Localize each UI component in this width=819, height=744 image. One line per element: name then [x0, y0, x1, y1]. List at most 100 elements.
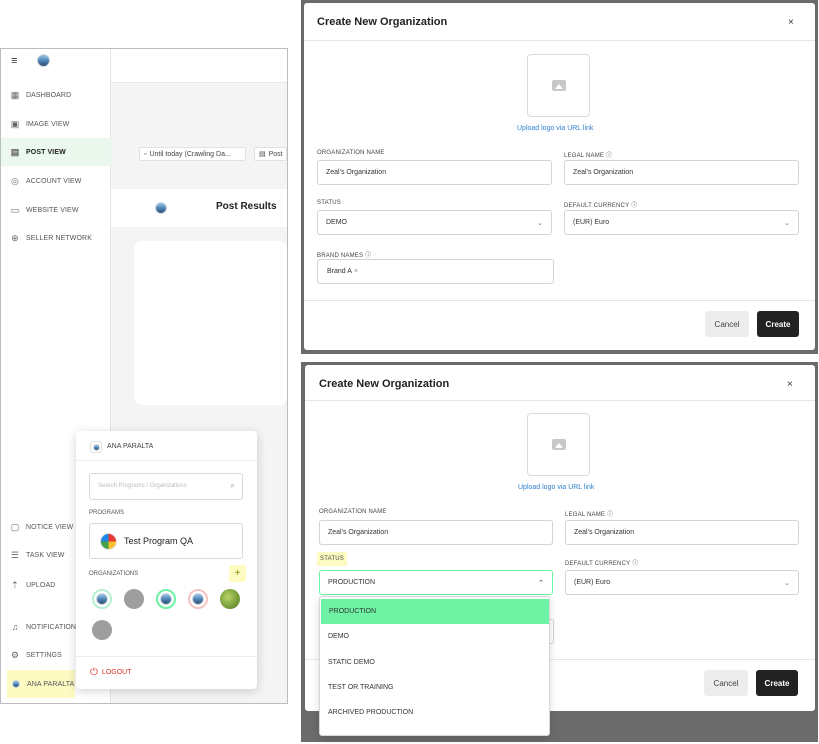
sidebar-item-dashboard[interactable]: ▦ DASHBOARD — [1, 81, 111, 109]
currency-label: DEFAULT CURRENCY ⓘ — [564, 203, 638, 209]
status-select[interactable]: DEMO ⌄ — [317, 210, 552, 235]
close-icon[interactable]: × — [788, 17, 794, 28]
chevron-down-icon: ⌄ — [784, 580, 790, 587]
logo-upload-box[interactable] — [527, 413, 590, 476]
post-results-header: Post Results — [111, 189, 287, 227]
sidebar-item-image-view[interactable]: ▣ IMAGE VIEW — [1, 110, 111, 138]
chevron-down-icon: ⌄ — [784, 220, 790, 227]
org-name-input[interactable]: Zeal's Organization — [319, 520, 553, 545]
post-results-title: Post Results — [216, 201, 277, 212]
status-option-archived-production[interactable]: ARCHIVED PRODUCTION — [320, 700, 549, 725]
sidebar-item-website-view[interactable]: ▭ WEBSITE VIEW — [1, 196, 111, 224]
status-value: PRODUCTION — [328, 579, 376, 586]
create-button[interactable]: Create — [757, 311, 799, 337]
popup-user-name: ANA PARALTA — [107, 443, 154, 450]
organization-avatar[interactable] — [124, 589, 144, 609]
user-logo-icon — [11, 679, 21, 689]
app-logo[interactable] — [37, 54, 50, 72]
organization-avatar-selected[interactable] — [156, 589, 176, 609]
status-option-test-or-training[interactable]: TEST OR TRAINING — [320, 675, 549, 700]
info-icon: ⓘ — [632, 561, 639, 567]
notice-icon: ▢ — [10, 521, 20, 532]
search-placeholder: Search Programs / Organizations — [98, 483, 187, 489]
dashboard-icon: ▦ — [10, 89, 20, 100]
cancel-button[interactable]: Cancel — [704, 670, 748, 696]
organization-avatar[interactable] — [220, 589, 240, 609]
chevron-up-icon: ⌃ — [538, 580, 544, 587]
upload-logo-link[interactable]: Upload logo via URL link — [517, 125, 593, 132]
organization-avatar[interactable] — [92, 589, 112, 609]
currency-value: (EUR) Euro — [574, 579, 611, 586]
hamburger-menu-icon[interactable]: ≡ — [11, 55, 17, 67]
post-filter-label: Post — [268, 150, 283, 158]
network-icon: ⊕ — [11, 232, 19, 243]
website-icon: ▭ — [10, 204, 20, 215]
post-filter-chip[interactable]: ▤ Post — [254, 147, 287, 161]
post-results-card — [134, 241, 287, 405]
remove-chip-icon[interactable]: × — [354, 268, 358, 275]
modal-title: Create New Organization — [319, 378, 450, 390]
brand-names-input[interactable]: Brand A × — [317, 259, 554, 284]
upload-logo-link[interactable]: Upload logo via URL link — [518, 484, 594, 491]
info-icon: ⓘ — [606, 153, 613, 159]
sidebar-item-post-view[interactable]: ▤ POST VIEW — [1, 138, 111, 166]
search-icon: ⌕ — [230, 481, 235, 490]
sidebar-item-label: DASHBOARD — [26, 91, 72, 99]
sidebar-item-label: IMAGE VIEW — [26, 120, 70, 128]
org-logo-icon — [155, 201, 167, 219]
organization-switcher-popup: ANA PARALTA Search Programs / Organizati… — [76, 431, 257, 689]
sidebar-item-label: UPLOAD — [26, 581, 56, 589]
sidebar-item-label: SETTINGS — [26, 651, 62, 659]
legal-name-input[interactable]: Zeal's Organization — [564, 160, 799, 185]
modal-title: Create New Organization — [317, 16, 448, 28]
currency-label: DEFAULT CURRENCY ⓘ — [565, 561, 639, 567]
main-header — [111, 49, 287, 83]
status-option-static-demo[interactable]: STATIC DEMO — [320, 650, 549, 675]
image-placeholder-icon — [551, 80, 566, 91]
post-icon: ▤ — [259, 151, 266, 158]
logout-icon: ⏻ — [90, 667, 98, 678]
currency-select[interactable]: (EUR) Euro ⌄ — [564, 210, 799, 235]
date-filter-chip[interactable]: ▫ Until today (Crawling Da... — [139, 147, 246, 161]
account-icon: ◎ — [11, 175, 19, 186]
currency-select[interactable]: (EUR) Euro ⌄ — [565, 570, 799, 595]
image-placeholder-icon — [551, 439, 566, 450]
close-icon[interactable]: × — [787, 379, 793, 390]
org-name-value: Zeal's Organization — [326, 169, 387, 176]
sidebar-item-label: NOTICE VIEW — [26, 523, 74, 531]
organization-avatar[interactable] — [188, 589, 208, 609]
sidebar-item-account-view[interactable]: ◎ ACCOUNT VIEW — [1, 167, 111, 195]
organizations-label: ORGANIZATIONS — [89, 571, 139, 577]
status-option-demo[interactable]: DEMO — [320, 624, 549, 649]
status-label: STATUS — [317, 200, 341, 206]
brand-names-label: BRAND NAMES ⓘ — [317, 253, 372, 259]
legal-name-label: LEGAL NAME ⓘ — [565, 512, 614, 518]
brand-chip-label: Brand A — [327, 268, 352, 275]
divider — [305, 400, 815, 401]
bell-icon: ♫ — [11, 622, 19, 632]
calendar-icon: ▫ — [144, 150, 147, 158]
sidebar-item-seller-network[interactable]: ⊕ SELLER NETWORK — [1, 224, 111, 252]
image-icon: ▣ — [10, 118, 20, 129]
sidebar-item-label: POST VIEW — [26, 148, 66, 156]
legal-name-input[interactable]: Zeal's Organization — [565, 520, 799, 545]
logo-upload-box[interactable] — [527, 54, 590, 117]
sidebar-item-user[interactable]: ANA PARALTA — [7, 670, 75, 698]
add-organization-button[interactable]: + — [229, 565, 246, 582]
status-select-open[interactable]: PRODUCTION ⌃ — [319, 570, 553, 595]
org-name-input[interactable]: Zeal's Organization — [317, 160, 552, 185]
currency-value: (EUR) Euro — [573, 219, 610, 226]
date-filter-label: Until today (Crawling Da... — [149, 150, 231, 158]
organization-avatar[interactable] — [92, 620, 112, 640]
create-button[interactable]: Create — [756, 670, 798, 696]
status-option-production[interactable]: PRODUCTION — [321, 599, 549, 624]
cancel-button[interactable]: Cancel — [705, 311, 749, 337]
divider — [304, 300, 815, 301]
program-item[interactable]: Test Program QA — [89, 523, 243, 559]
sidebar-item-label: ANA PARALTA — [27, 680, 75, 688]
logout-button[interactable]: ⏻ LOGOUT — [90, 667, 131, 678]
search-input[interactable]: Search Programs / Organizations ⌕ — [89, 473, 243, 500]
create-organization-modal: Create New Organization × Upload logo vi… — [304, 3, 815, 350]
upload-icon: ⇡ — [11, 579, 19, 590]
sidebar-item-label: TASK VIEW — [26, 551, 65, 559]
